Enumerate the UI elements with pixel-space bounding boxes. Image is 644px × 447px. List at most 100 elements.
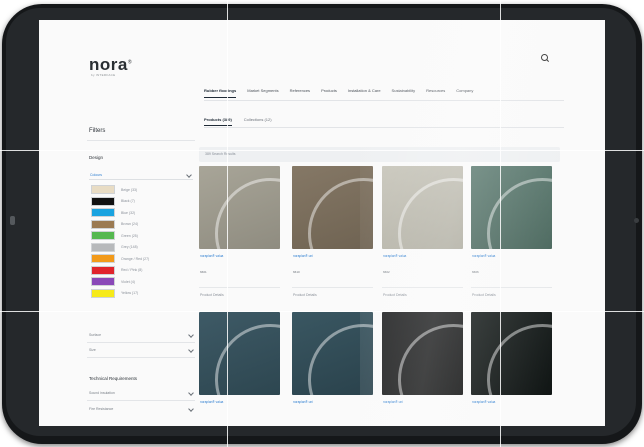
product-card[interactable]: noraplan® valua 6606 Product Details [471, 166, 552, 297]
filter-fire-resistance[interactable]: Fire Resistance [89, 406, 195, 414]
colour-swatch-list: Beige (33) Black (7) Blue (32) Brown (24) Gr… [91, 184, 149, 299]
colour-filter-option[interactable]: Brown (24) [91, 219, 149, 231]
product-card[interactable]: noraplan® uni [292, 312, 373, 404]
product-details-link[interactable]: Product Details [293, 293, 317, 297]
colour-label: Green (25) [121, 233, 138, 238]
tab-collections[interactable]: Collections (12) [244, 117, 272, 126]
divider [204, 127, 564, 128]
technical-requirements-title: Technical Requirements [89, 376, 138, 381]
product-card[interactable]: noraplan® valua [199, 312, 280, 404]
divider [87, 357, 195, 358]
colour-swatch [91, 277, 115, 287]
product-details-link[interactable]: Product Details [383, 293, 407, 297]
nav-item[interactable]: Market Segments [247, 88, 278, 98]
product-image[interactable] [382, 312, 463, 395]
colour-filter-option[interactable]: Red / Pink (8) [91, 265, 149, 277]
colour-select[interactable]: Colours [89, 172, 193, 180]
product-image[interactable] [471, 166, 552, 249]
chevron-down-icon [188, 347, 194, 353]
colour-filter-option[interactable]: Beige (33) [91, 184, 149, 196]
product-details-link[interactable]: Product Details [472, 293, 496, 297]
colour-swatch [91, 265, 115, 275]
product-image-highlight [487, 178, 552, 249]
nav-item[interactable]: Company [456, 88, 473, 98]
divider [292, 287, 373, 288]
guide-line [227, 0, 228, 447]
colour-filter-option[interactable]: Violet (4) [91, 276, 149, 288]
product-number: 6606 [472, 270, 479, 274]
product-image-highlight [398, 324, 463, 395]
main-navigation: Rubber floorings Market Segments Reference… [204, 88, 473, 98]
product-name[interactable]: noraplan® uni [293, 400, 313, 404]
colour-filter-option[interactable]: Green (25) [91, 230, 149, 242]
filters-title: Filters [89, 128, 106, 134]
filter-sound-insulation[interactable]: Sound insulation [89, 390, 195, 398]
nav-item[interactable]: References [290, 88, 310, 98]
colour-swatch [91, 208, 115, 218]
colour-filter-option[interactable]: Black (7) [91, 196, 149, 208]
product-name[interactable]: noraplan® valua [472, 400, 495, 404]
product-image-highlight [398, 178, 463, 249]
product-image-highlight [487, 324, 552, 395]
nora-logo[interactable]: nora® [89, 55, 132, 75]
product-image[interactable] [382, 166, 463, 249]
colour-label: Red / Pink (8) [121, 268, 143, 273]
chevron-down-icon [186, 172, 192, 178]
colour-label: Blue (32) [121, 210, 136, 215]
colour-label: Beige (33) [121, 187, 138, 192]
colour-filter-option[interactable]: Orange / Red (27) [91, 253, 149, 265]
product-card[interactable]: noraplan® valua 6602 Product Details [382, 166, 463, 297]
camera-icon [634, 218, 639, 223]
product-number: 6610 [293, 270, 300, 274]
product-number: 6602 [383, 270, 390, 274]
filter-group-title: Design [89, 155, 104, 160]
colour-label: Grey (148) [121, 245, 138, 250]
colour-swatch [91, 254, 115, 264]
nav-item[interactable]: Installation & Care [348, 88, 381, 98]
tablet-screen: nora® by INTERFACE Rubber floorings Marke… [39, 20, 605, 426]
product-card[interactable]: noraplan® valua [471, 312, 552, 404]
product-tabs: Products (389) Collections (12) [204, 117, 272, 126]
product-image[interactable] [471, 312, 552, 395]
product-card[interactable]: noraplan® uni [382, 312, 463, 404]
product-name[interactable]: noraplan® uni [293, 254, 313, 258]
product-image[interactable] [292, 312, 373, 395]
search-icon[interactable] [541, 54, 550, 62]
product-name[interactable]: noraplan® valua [472, 254, 495, 258]
chevron-down-icon [188, 406, 194, 412]
product-image[interactable] [199, 166, 280, 249]
product-name[interactable]: noraplan® valua [200, 400, 223, 404]
product-image-highlight [308, 178, 373, 249]
home-button [10, 216, 15, 225]
product-name[interactable]: noraplan® valua [383, 254, 406, 258]
colour-filter-option[interactable]: Yellow (17) [91, 288, 149, 300]
product-image[interactable] [292, 166, 373, 249]
product-card[interactable]: noraplan® valua 6601 Product Details [199, 166, 280, 297]
colour-label: Orange / Red (27) [121, 256, 150, 261]
product-number: 6601 [200, 270, 207, 274]
chevron-down-icon [188, 390, 194, 396]
colour-filter-option[interactable]: Grey (148) [91, 242, 149, 254]
divider [87, 140, 195, 141]
colour-swatch [91, 219, 115, 229]
product-image-highlight [215, 178, 280, 249]
product-image-highlight [215, 324, 280, 395]
results-count: 389 Search Results [205, 152, 236, 156]
colour-filter-option[interactable]: Blue (32) [91, 207, 149, 219]
nav-item[interactable]: Products [321, 88, 337, 98]
product-card[interactable]: noraplan® uni 6610 Product Details [292, 166, 373, 297]
guide-line [0, 150, 644, 151]
nav-item[interactable]: Resources [426, 88, 445, 98]
nav-item[interactable]: Rubber floorings [204, 88, 237, 98]
filter-surface[interactable]: Surface [89, 332, 195, 340]
product-name[interactable]: noraplan® valua [200, 254, 223, 258]
product-details-link[interactable]: Product Details [200, 293, 224, 297]
filter-size[interactable]: Size [89, 347, 195, 355]
colour-select-value: Colours [90, 173, 103, 177]
product-image[interactable] [199, 312, 280, 395]
product-name[interactable]: noraplan® uni [383, 400, 403, 404]
divider [382, 287, 463, 288]
colour-swatch [91, 242, 115, 252]
logo-subtitle: by INTERFACE [91, 73, 116, 77]
nav-item[interactable]: Sustainability [392, 88, 416, 98]
